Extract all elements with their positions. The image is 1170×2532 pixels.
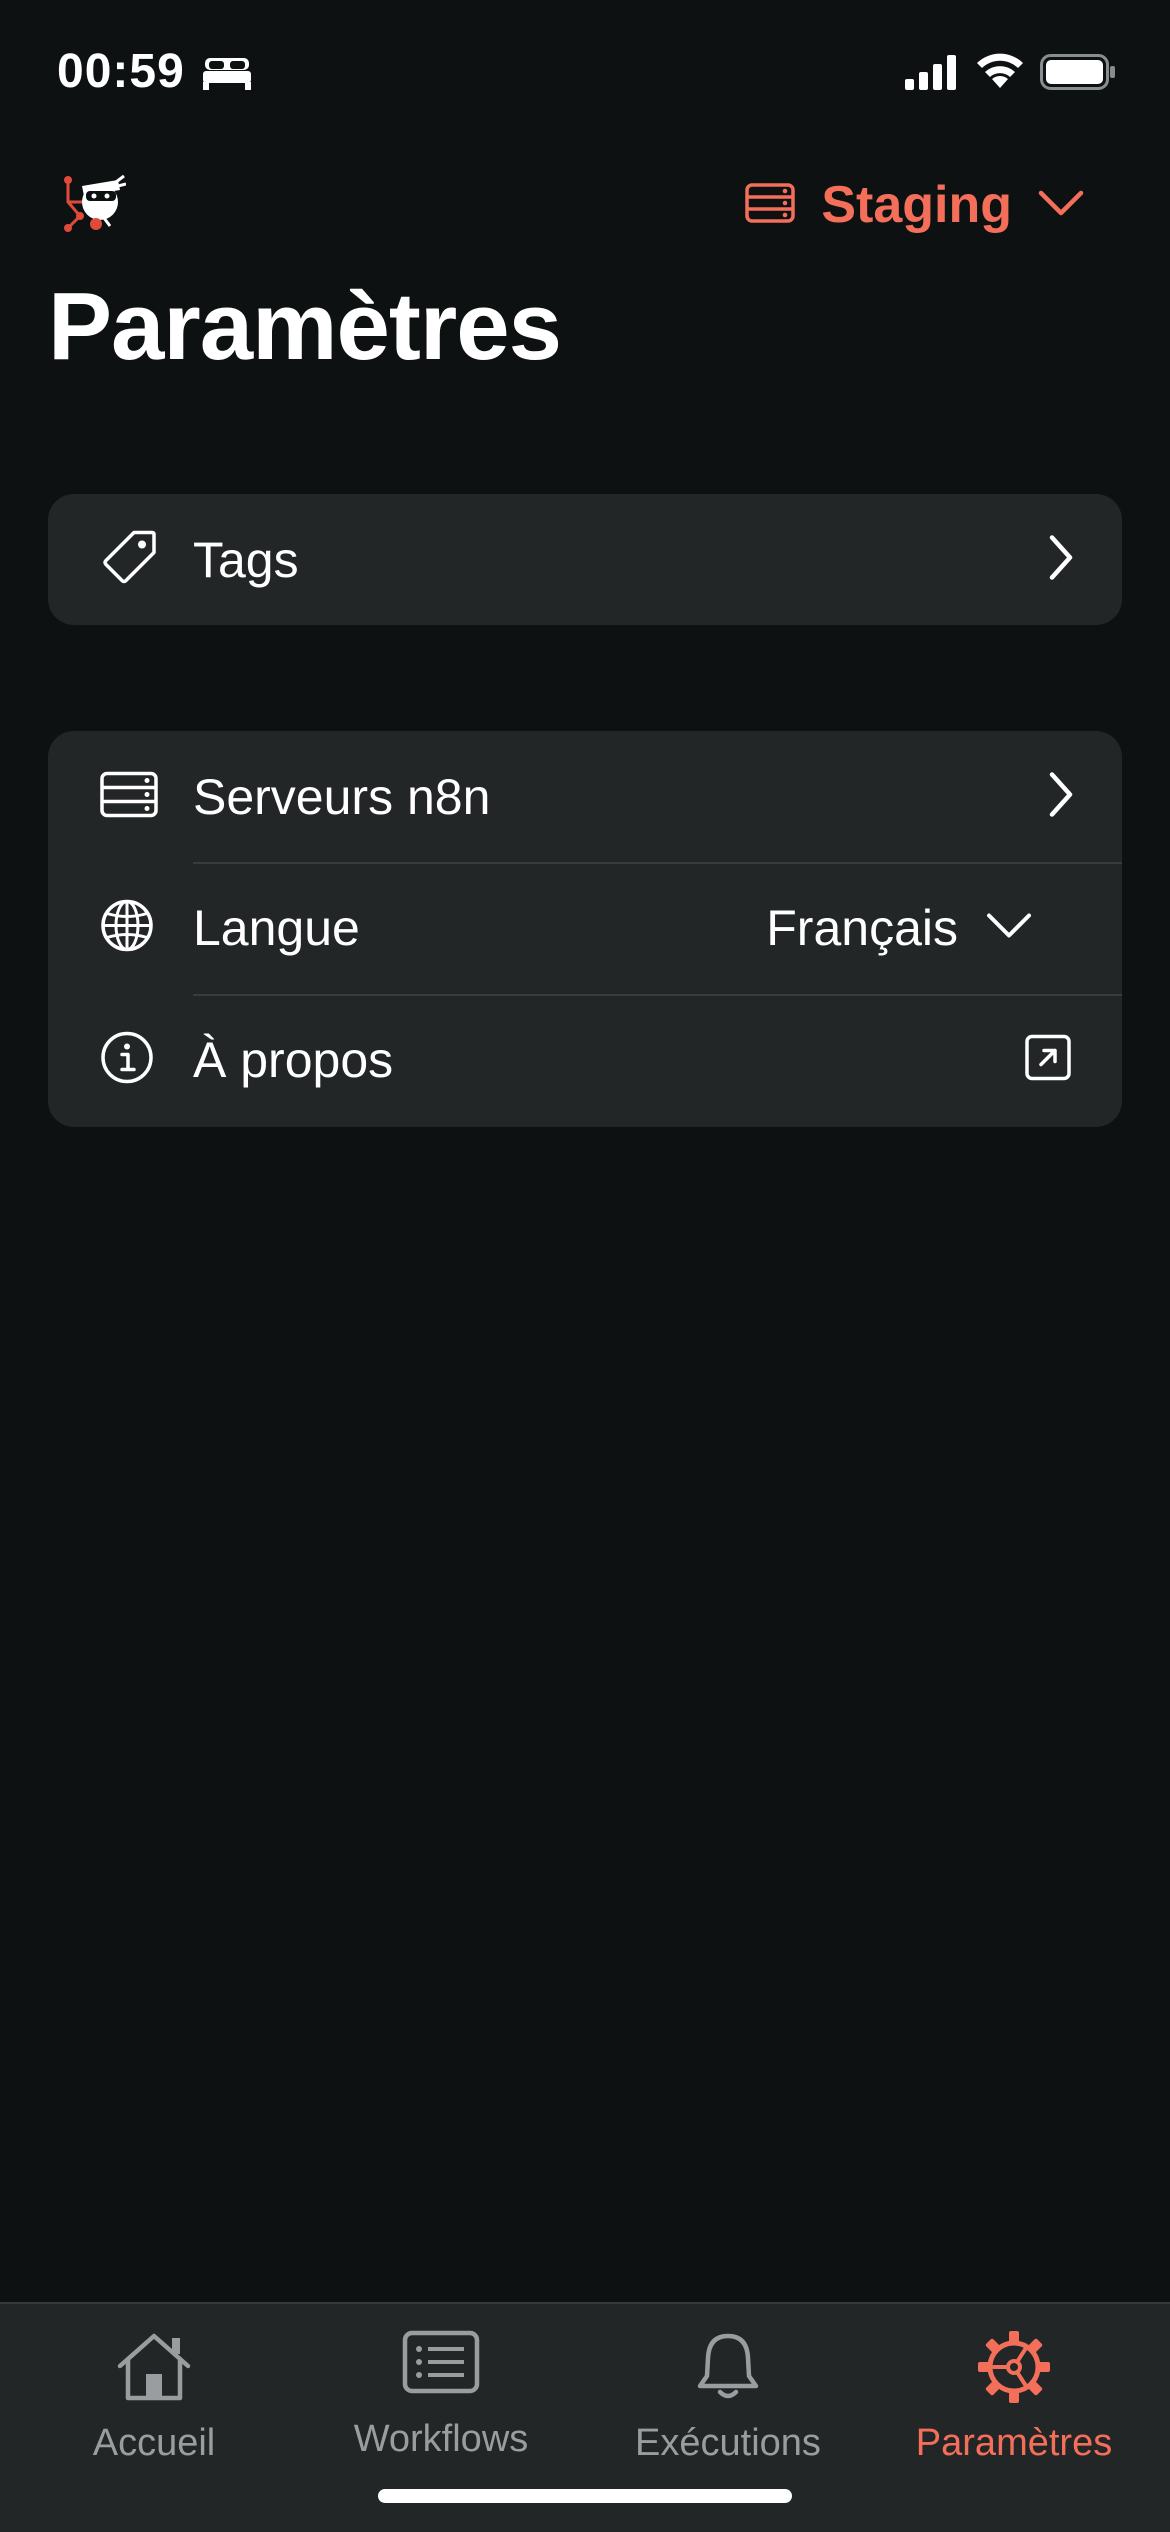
bed-icon bbox=[203, 56, 251, 95]
tags-label: Tags bbox=[193, 531, 299, 588]
servers-label: Serveurs n8n bbox=[193, 768, 491, 825]
tag-icon bbox=[100, 528, 158, 591]
tags-row[interactable]: Tags bbox=[48, 494, 1122, 625]
divider bbox=[193, 994, 1122, 996]
home-indicator bbox=[378, 2489, 792, 2503]
status-time: 00:59 bbox=[57, 45, 185, 98]
house-icon bbox=[114, 2330, 194, 2407]
tab-executions[interactable]: Exécutions bbox=[582, 2304, 874, 2474]
status-bar: 00:59 bbox=[0, 0, 1170, 150]
n8n-ninja-logo bbox=[60, 172, 127, 237]
settings-card: Serveurs n8n Langue Français À propos bbox=[48, 731, 1122, 1127]
tab-workflows[interactable]: Workflows bbox=[295, 2304, 587, 2474]
external-link-icon bbox=[1024, 1034, 1072, 1087]
chevron-down-icon bbox=[986, 912, 1032, 945]
tab-parametres[interactable]: Paramètres bbox=[868, 2304, 1160, 2474]
language-label: Langue bbox=[193, 900, 360, 956]
list-icon bbox=[402, 2330, 480, 2399]
tab-label: Workflows bbox=[353, 2418, 529, 2460]
globe-icon bbox=[100, 899, 154, 958]
info-icon bbox=[100, 1031, 154, 1090]
signal-icon bbox=[905, 54, 957, 95]
tab-label: Paramètres bbox=[915, 2422, 1113, 2464]
gear-icon bbox=[977, 2330, 1051, 2409]
server-icon bbox=[745, 182, 796, 228]
chevron-down-icon bbox=[1038, 189, 1084, 222]
about-label: À propos bbox=[193, 1032, 394, 1088]
server-icon bbox=[100, 771, 158, 822]
environment-label: Staging bbox=[821, 176, 1012, 234]
tab-label: Accueil bbox=[92, 2422, 216, 2464]
wifi-icon bbox=[975, 50, 1025, 95]
chevron-right-icon bbox=[1048, 534, 1074, 585]
language-value[interactable]: Français bbox=[766, 899, 958, 957]
environment-switcher[interactable]: Staging bbox=[745, 172, 1084, 238]
chevron-right-icon bbox=[1048, 771, 1074, 822]
page-title: Paramètres bbox=[48, 273, 562, 380]
tab-accueil[interactable]: Accueil bbox=[8, 2304, 300, 2474]
about-row[interactable]: À propos bbox=[48, 994, 1122, 1126]
bell-icon bbox=[695, 2330, 761, 2407]
servers-row[interactable]: Serveurs n8n bbox=[48, 731, 1122, 862]
battery-icon bbox=[1040, 54, 1116, 95]
divider bbox=[193, 862, 1122, 864]
tab-label: Exécutions bbox=[635, 2422, 821, 2464]
language-row[interactable]: Langue Français bbox=[48, 862, 1122, 994]
tags-card: Tags bbox=[48, 494, 1122, 625]
